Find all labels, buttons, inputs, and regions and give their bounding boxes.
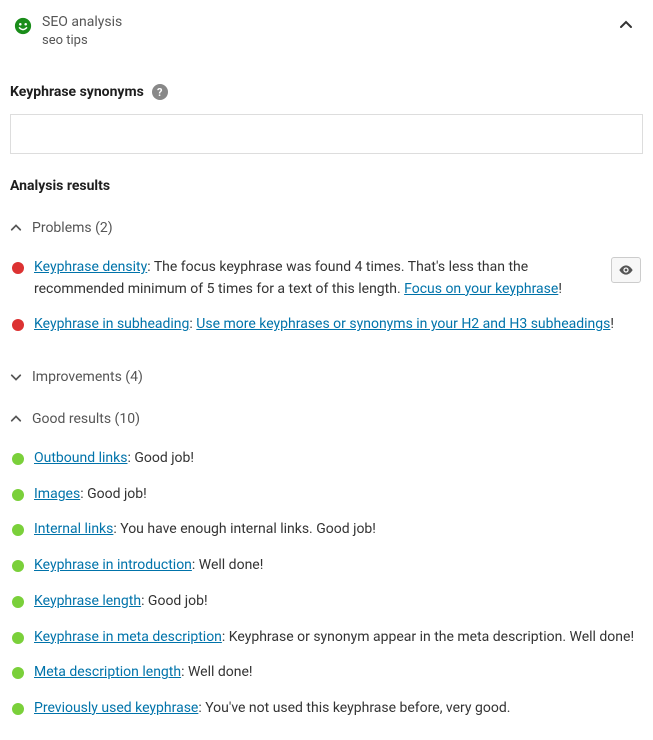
problems-items: Keyphrase density: The focus keyphrase w… [10, 250, 643, 343]
item-text: Keyphrase length: Good job! [34, 591, 641, 613]
synonyms-label-text: Keyphrase synonyms [10, 84, 144, 100]
bullet-icon [12, 319, 24, 331]
keyphrase-synonyms-input[interactable] [10, 114, 643, 154]
good-result-item: Keyphrase in meta description: Keyphrase… [10, 620, 643, 656]
item-text: Keyphrase density: The focus keyphrase w… [34, 257, 595, 300]
header-title: SEO analysis [42, 14, 613, 30]
item-text: Images: Good job! [34, 484, 641, 506]
item-action-link[interactable]: Focus on your keyphrase [404, 281, 558, 297]
bullet-icon [12, 453, 24, 465]
problems-group-label: Problems (2) [32, 220, 113, 236]
good-results-items: Outbound links: Good job! Images: Good jo… [10, 441, 643, 727]
bullet-icon [12, 524, 24, 536]
good-result-item: Previously used keyphrase: You've not us… [10, 691, 643, 727]
item-text: Keyphrase in introduction: Well done! [34, 555, 641, 577]
bullet-icon [12, 262, 24, 274]
good-result-item: Internal links: You have enough internal… [10, 512, 643, 548]
problem-item: Keyphrase density: The focus keyphrase w… [10, 250, 643, 307]
good-result-item: Images: Good job! [10, 477, 643, 513]
analysis-results-heading: Analysis results [10, 178, 643, 194]
item-text: Meta description length: Well done! [34, 662, 641, 684]
item-title-link[interactable]: Internal links [34, 521, 113, 537]
improvements-group-toggle[interactable]: Improvements (4) [10, 369, 643, 385]
item-text: Keyphrase in meta description: Keyphrase… [34, 627, 641, 649]
item-title-link[interactable]: Images [34, 486, 80, 502]
good-result-item: Keyphrase in introduction: Well done! [10, 548, 643, 584]
chevron-up-icon [10, 413, 22, 425]
item-title-link[interactable]: Keyphrase density [34, 259, 147, 275]
problems-group-toggle[interactable]: Problems (2) [10, 220, 643, 236]
item-title-link[interactable]: Keyphrase in subheading [34, 316, 189, 332]
collapse-toggle[interactable] [613, 14, 639, 40]
item-title-link[interactable]: Previously used keyphrase [34, 700, 198, 716]
item-text: Keyphrase in subheading: Use more keyphr… [34, 314, 641, 336]
good-result-item: Keyphrase length: Good job! [10, 584, 643, 620]
item-title-link[interactable]: Keyphrase length [34, 593, 141, 609]
good-result-item: Meta description length: Well done! [10, 655, 643, 691]
good-result-item: Outbound links: Good job! [10, 441, 643, 477]
smiley-icon [14, 17, 32, 35]
bullet-icon [12, 596, 24, 608]
good-results-group-toggle[interactable]: Good results (10) [10, 411, 643, 427]
item-title-link[interactable]: Keyphrase in meta description [34, 629, 222, 645]
improvements-group-label: Improvements (4) [32, 369, 143, 385]
item-text: Previously used keyphrase: You've not us… [34, 698, 641, 720]
bullet-icon [12, 489, 24, 501]
help-icon[interactable]: ? [152, 84, 168, 100]
bullet-icon [12, 703, 24, 715]
chevron-down-icon [10, 371, 22, 383]
seo-analysis-header[interactable]: SEO analysis seo tips [10, 10, 643, 60]
good-results-group-label: Good results (10) [32, 411, 140, 427]
header-subtitle: seo tips [42, 33, 613, 48]
eye-icon [618, 262, 634, 278]
item-title-link[interactable]: Keyphrase in introduction [34, 557, 192, 573]
item-title-link[interactable]: Meta description length [34, 664, 181, 680]
chevron-up-icon [619, 18, 633, 32]
chevron-up-icon [10, 222, 22, 234]
problem-item: Keyphrase in subheading: Use more keyphr… [10, 307, 643, 343]
keyphrase-synonyms-label: Keyphrase synonyms ? [10, 84, 643, 100]
bullet-icon [12, 667, 24, 679]
item-text: Outbound links: Good job! [34, 448, 641, 470]
mark-seen-button[interactable] [611, 257, 641, 283]
item-text: Internal links: You have enough internal… [34, 519, 641, 541]
bullet-icon [12, 632, 24, 644]
item-action-link[interactable]: Use more keyphrases or synonyms in your … [196, 316, 610, 332]
bullet-icon [12, 560, 24, 572]
item-title-link[interactable]: Outbound links [34, 450, 127, 466]
